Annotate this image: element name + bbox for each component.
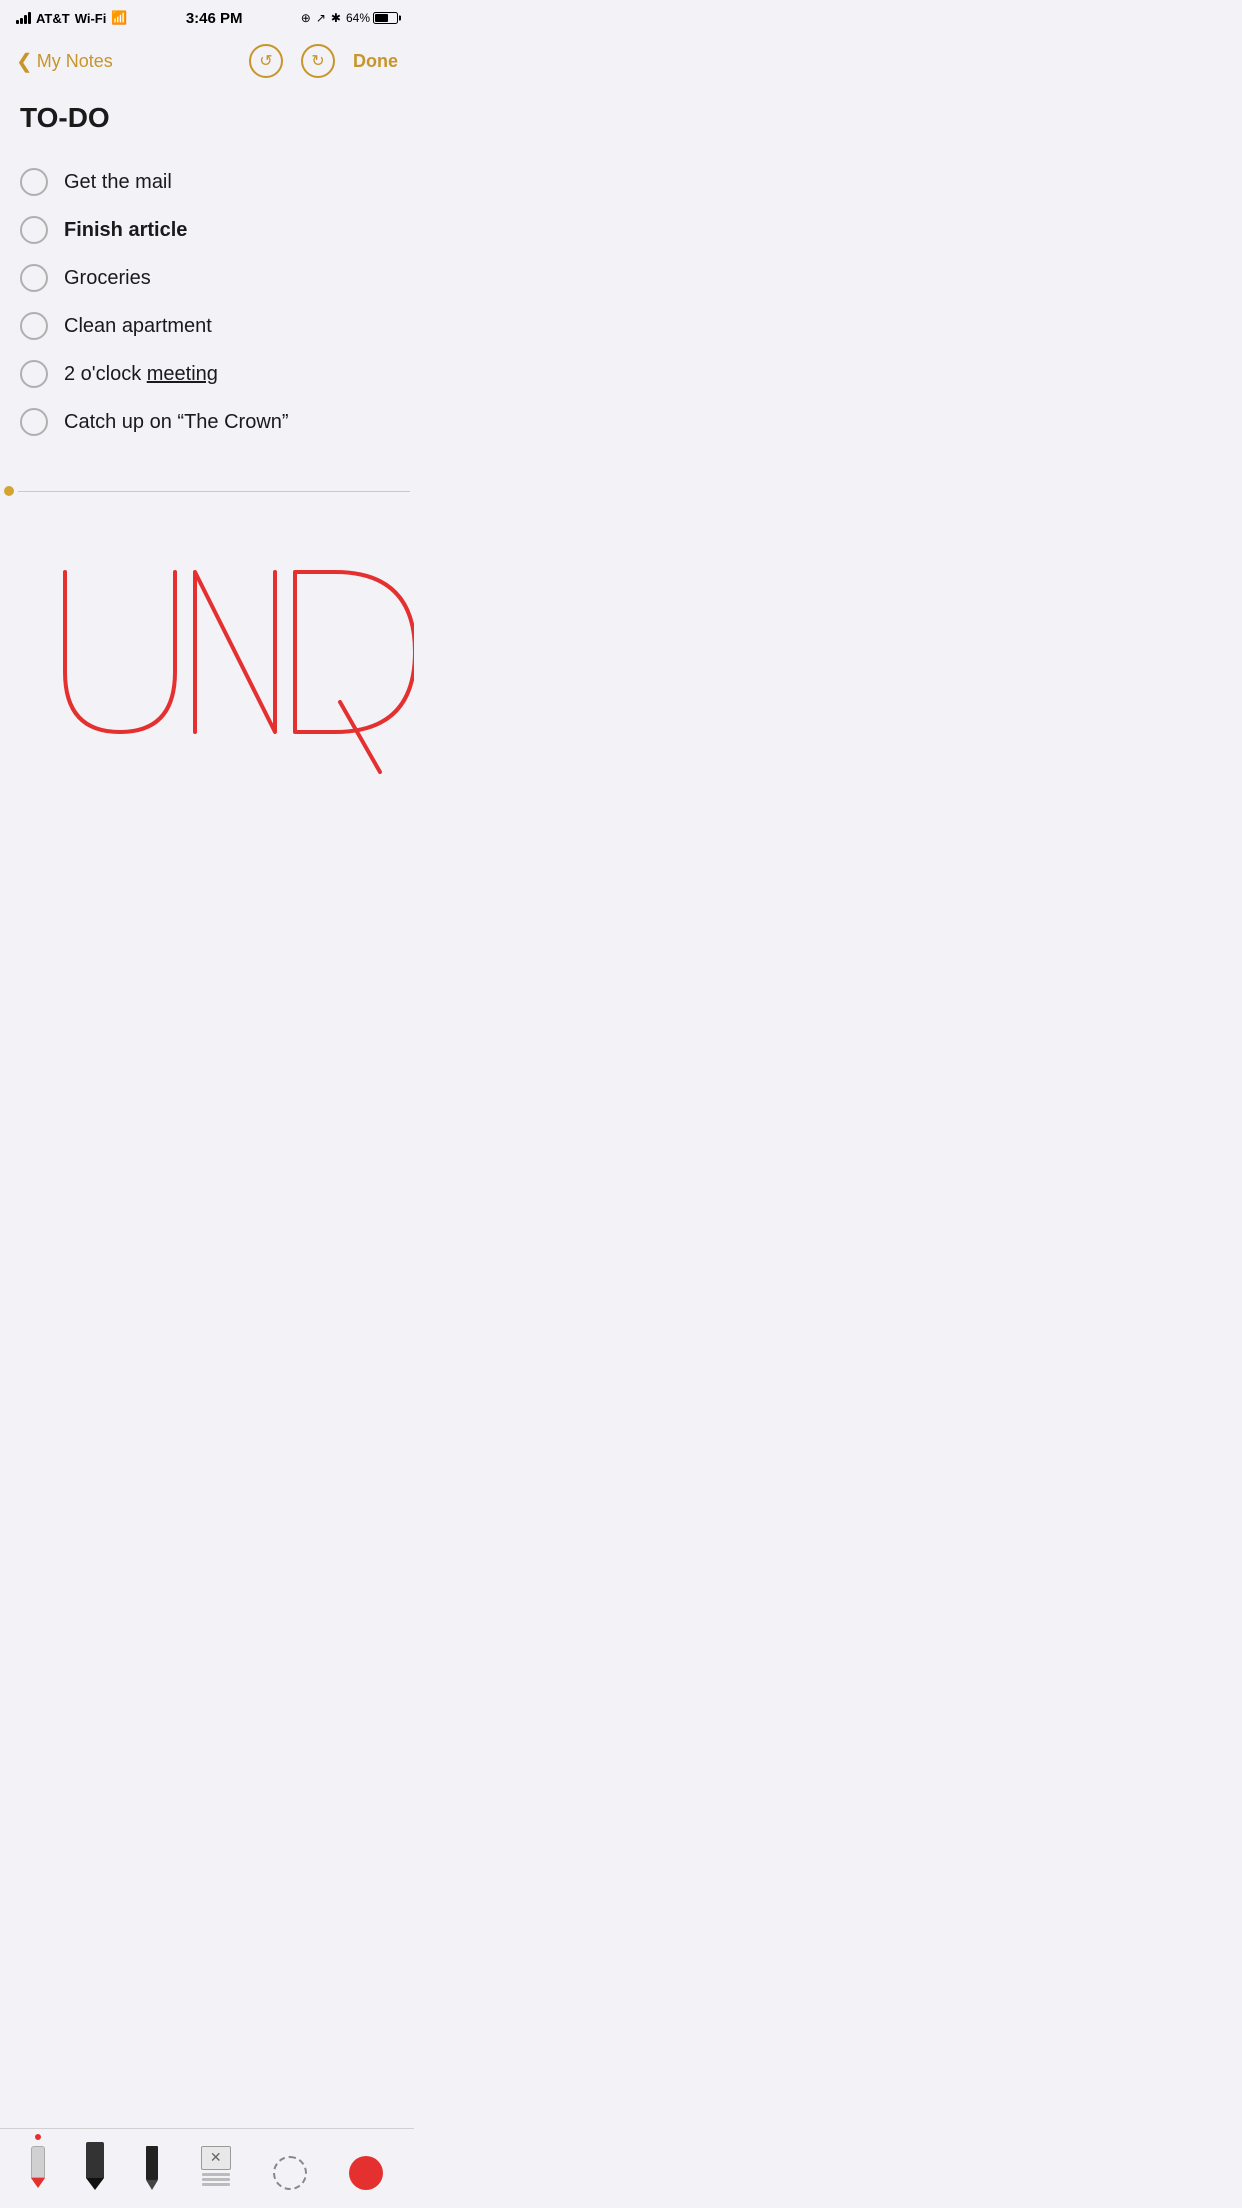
- drawing-area[interactable]: [0, 512, 414, 932]
- pen-tool-icon: [31, 2146, 45, 2190]
- pencil-tool-button[interactable]: [146, 2138, 158, 2190]
- drawing-toolbar: ✕: [0, 2128, 414, 2208]
- status-bar: AT&T Wi-Fi 📶 3:46 PM ⊕ ↗ ✱ 64%: [0, 0, 414, 36]
- todo-item: Groceries: [20, 254, 394, 302]
- todo-item: Catch up on “The Crown”: [20, 398, 394, 446]
- section-divider: [0, 486, 414, 496]
- todo-checkbox-4[interactable]: [20, 312, 48, 340]
- todo-text-5: 2 o'clock meeting: [64, 363, 218, 386]
- bluetooth-icon: ✱: [331, 11, 341, 25]
- eraser-tool-button[interactable]: ✕: [200, 2138, 232, 2190]
- pencil-tool-icon: [146, 2146, 158, 2190]
- battery-fill: [375, 14, 388, 22]
- arrow-icon: ↗: [316, 11, 326, 25]
- todo-text-3: Groceries: [64, 267, 151, 290]
- lasso-tool-icon: [273, 2156, 307, 2190]
- time-display: 3:46 PM: [186, 10, 243, 27]
- marker-tool-icon: [86, 2142, 104, 2190]
- nav-bar: ❮ My Notes ↺ ↻ Done: [0, 36, 414, 86]
- carrier-info: AT&T Wi-Fi 📶: [16, 10, 128, 26]
- battery-icon: [373, 12, 398, 24]
- pen-active-indicator: [35, 2134, 41, 2140]
- marker-tool-button[interactable]: [86, 2138, 104, 2190]
- note-content: TO-DO Get the mail Finish article Grocer…: [0, 86, 414, 462]
- undo-button[interactable]: ↺: [249, 44, 283, 78]
- eraser-tool-icon: ✕: [200, 2146, 232, 2190]
- todo-checkbox-6[interactable]: [20, 408, 48, 436]
- battery-percent: 64%: [346, 11, 370, 25]
- todo-item: 2 o'clock meeting: [20, 350, 394, 398]
- done-button[interactable]: Done: [353, 51, 398, 72]
- drawing-canvas: [0, 512, 414, 932]
- todo-item: Finish article: [20, 206, 394, 254]
- record-button[interactable]: [349, 2138, 383, 2190]
- todo-checkbox-3[interactable]: [20, 264, 48, 292]
- record-icon[interactable]: [349, 2156, 383, 2190]
- signal-icon: [16, 12, 31, 24]
- todo-text-2: Finish article: [64, 219, 187, 242]
- todo-text-6: Catch up on “The Crown”: [64, 411, 289, 434]
- pen-tool-button[interactable]: [31, 2138, 45, 2190]
- note-title: TO-DO: [20, 102, 394, 134]
- todo-checkbox-1[interactable]: [20, 168, 48, 196]
- redo-icon: ↻: [311, 51, 324, 71]
- chevron-left-icon: ❮: [16, 49, 33, 74]
- todo-list: Get the mail Finish article Groceries Cl…: [20, 158, 394, 446]
- system-status: ⊕ ↗ ✱ 64%: [301, 11, 398, 25]
- location-icon: ⊕: [301, 11, 311, 25]
- network-label: Wi-Fi: [75, 11, 107, 26]
- todo-checkbox-5[interactable]: [20, 360, 48, 388]
- todo-item: Clean apartment: [20, 302, 394, 350]
- meeting-link[interactable]: meeting: [147, 363, 218, 385]
- lasso-tool-button[interactable]: [273, 2138, 307, 2190]
- back-label: My Notes: [37, 51, 113, 72]
- back-button[interactable]: ❮ My Notes: [16, 49, 113, 74]
- battery-container: 64%: [346, 11, 398, 25]
- nav-actions: ↺ ↻ Done: [249, 44, 398, 78]
- todo-text-1: Get the mail: [64, 171, 172, 194]
- divider-rule: [18, 491, 410, 492]
- divider-dot: [4, 486, 14, 496]
- todo-item: Get the mail: [20, 158, 394, 206]
- redo-button[interactable]: ↻: [301, 44, 335, 78]
- carrier-label: AT&T: [36, 11, 70, 26]
- todo-text-4: Clean apartment: [64, 315, 212, 338]
- todo-checkbox-2[interactable]: [20, 216, 48, 244]
- eraser-x-icon: ✕: [210, 2149, 222, 2166]
- undo-icon: ↺: [259, 51, 272, 71]
- wifi-icon: 📶: [111, 10, 127, 26]
